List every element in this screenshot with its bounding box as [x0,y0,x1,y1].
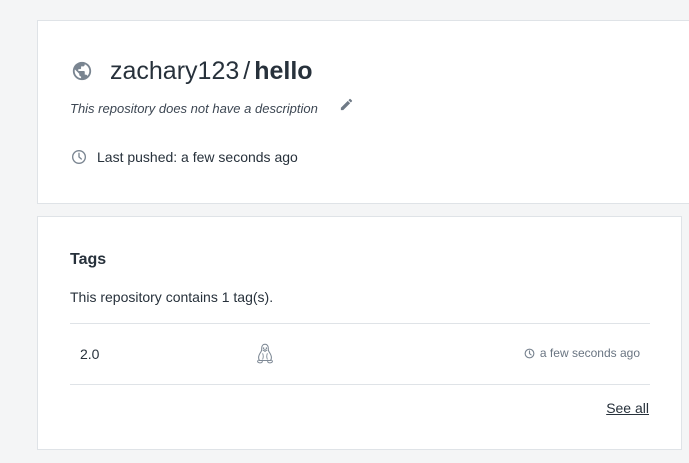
repository-title-row: zachary123/hello [71,56,313,86]
tags-card: Tags This repository contains 1 tag(s). … [37,216,682,450]
tag-name[interactable]: 2.0 [80,346,99,362]
tag-time-label: a few seconds ago [539,346,640,360]
repository-summary-card: zachary123/hello This repository does no… [37,20,689,204]
repository-separator: / [243,57,251,85]
tags-count-text: This repository contains 1 tag(s). [70,289,274,305]
last-pushed-row: Last pushed: a few seconds ago [71,149,298,165]
repository-name: hello [254,57,313,85]
clock-icon [524,348,535,359]
clock-icon [71,149,87,165]
tags-table: 2.0 a few seconds ago [70,323,650,385]
tags-heading: Tags [70,251,107,268]
table-row[interactable]: 2.0 a few seconds ago [70,324,650,384]
pencil-icon[interactable] [339,97,355,113]
repository-owner[interactable]: zachary123 [110,57,239,85]
repository-description: This repository does not have a descript… [70,100,318,116]
last-pushed-text: Last pushed: a few seconds ago [97,149,298,165]
see-all-link[interactable]: See all [606,400,649,416]
linux-icon [256,343,274,364]
globe-icon [71,60,93,82]
description-row: This repository does not have a descript… [70,97,355,116]
tag-time: a few seconds ago [524,346,640,360]
repository-title: zachary123/hello [110,56,313,86]
